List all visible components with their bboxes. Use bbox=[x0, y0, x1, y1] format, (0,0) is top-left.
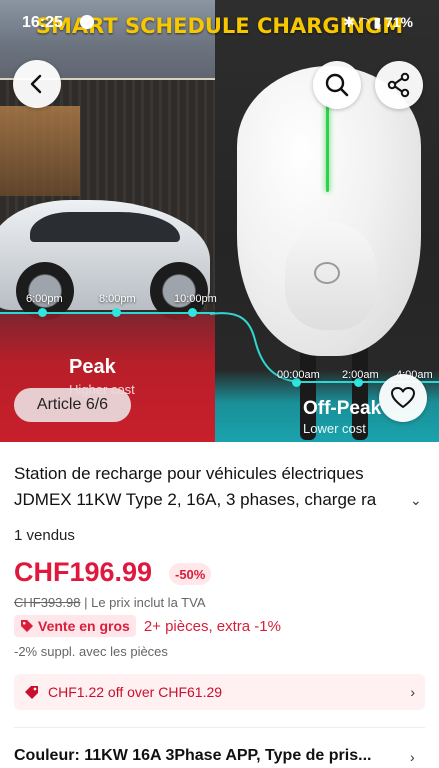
search-button[interactable] bbox=[313, 61, 361, 109]
notification-icon bbox=[80, 15, 94, 29]
offpeak-label: Off-Peak bbox=[303, 398, 382, 419]
offpeak-sublabel: Lower cost bbox=[303, 421, 366, 436]
bulk-offer-row[interactable]: Vente en gros 2+ pièces, extra -1% bbox=[14, 614, 281, 638]
article-counter: Article 6/6 bbox=[14, 388, 131, 422]
chevron-left-icon bbox=[30, 74, 42, 94]
timeline-dot bbox=[188, 308, 197, 317]
coupon-text: CHF1.22 off over CHF61.29 bbox=[48, 684, 223, 700]
bulk-badge: Vente en gros bbox=[14, 615, 136, 637]
pieces-discount-note: -2% suppl. avec les pièces bbox=[14, 644, 168, 659]
divider bbox=[14, 727, 425, 728]
vat-note: | Le prix inclut la TVA bbox=[80, 595, 206, 610]
status-time: 16:25 bbox=[22, 14, 63, 31]
bulk-offer-text: 2+ pièces, extra -1% bbox=[143, 617, 281, 635]
timeline-dot bbox=[112, 308, 121, 317]
peak-time-label: 8:00pm bbox=[99, 293, 136, 305]
color-option-selector[interactable]: Couleur: 11KW 16A 3Phase APP, Type de pr… bbox=[14, 747, 410, 765]
status-bar: 16:25 ✱ ◠ ▮ 71% bbox=[0, 10, 439, 36]
share-icon bbox=[387, 72, 410, 98]
timeline-dot bbox=[38, 308, 47, 317]
peak-timeline bbox=[0, 312, 215, 314]
coupon-banner[interactable]: CHF1.22 off over CHF61.29 › bbox=[14, 674, 425, 710]
peak-time-label: 6:00pm bbox=[26, 293, 63, 305]
original-price: CHF393.98 bbox=[14, 595, 81, 610]
current-price: CHF196.99 bbox=[14, 557, 153, 587]
status-icons: ✱ ◠ ▮ 71% bbox=[343, 14, 413, 30]
nfc-icon bbox=[314, 262, 340, 284]
product-image-carousel[interactable]: 6:00pm 8:00pm 10:00pm 00:00am 2:00am 4:0… bbox=[0, 0, 439, 442]
offpeak-time-label: 00:00am bbox=[277, 369, 320, 381]
peak-label: Peak bbox=[69, 356, 116, 378]
favorite-button[interactable] bbox=[379, 374, 427, 422]
charger-led bbox=[326, 104, 329, 192]
back-button[interactable] bbox=[13, 60, 61, 108]
tag-icon bbox=[21, 620, 33, 632]
discount-badge: -50% bbox=[169, 563, 212, 585]
heart-icon bbox=[391, 387, 415, 408]
offpeak-time-label: 2:00am bbox=[342, 369, 379, 381]
sold-count: 1 vendus bbox=[14, 527, 75, 544]
product-title-line-1: Station de recharge pour véhicules élect… bbox=[14, 464, 364, 483]
chevron-right-icon: › bbox=[410, 684, 415, 700]
product-title-line-2: JDMEX 11KW Type 2, 16A, 3 phases, charge… bbox=[14, 490, 377, 509]
old-price-row: CHF393.98 | Le prix inclut la TVA bbox=[14, 595, 206, 610]
building-window bbox=[0, 106, 80, 196]
search-icon bbox=[325, 73, 349, 97]
coupon-tag-icon bbox=[25, 686, 38, 699]
expand-title-icon[interactable]: ⌄ bbox=[410, 492, 422, 509]
product-title[interactable]: Station de recharge pour véhicules élect… bbox=[14, 461, 410, 513]
bulk-badge-label: Vente en gros bbox=[38, 618, 130, 634]
chevron-right-icon: › bbox=[410, 749, 415, 765]
share-button[interactable] bbox=[375, 61, 423, 109]
